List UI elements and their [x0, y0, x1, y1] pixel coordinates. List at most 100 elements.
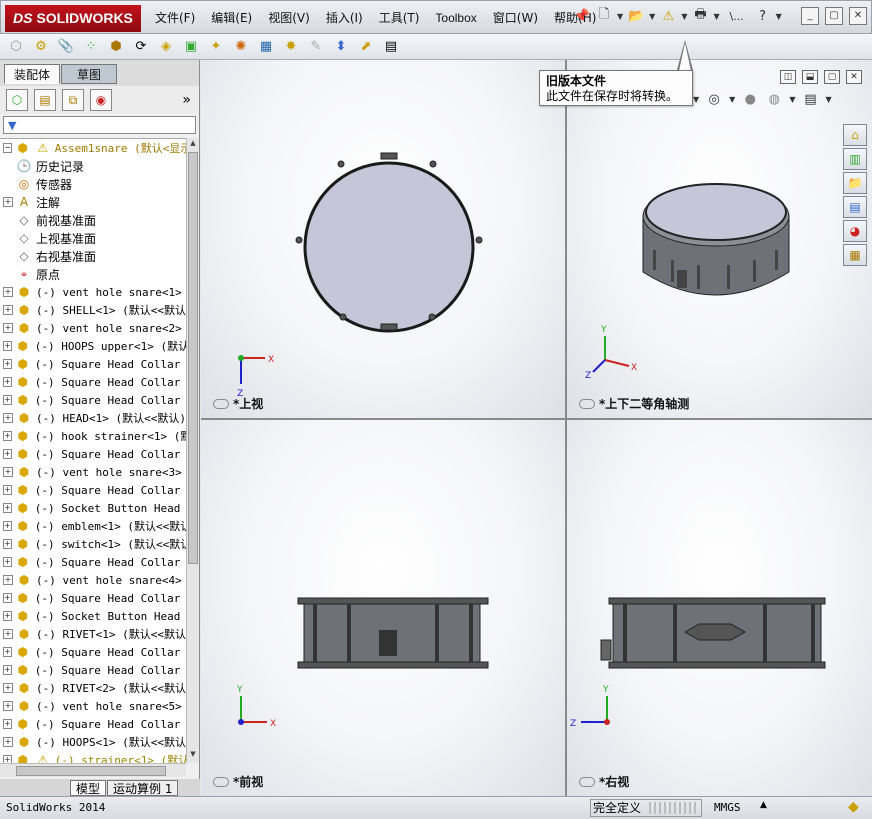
link-views-icon[interactable]: [213, 776, 229, 787]
mate-icon[interactable]: ⚙: [31, 37, 51, 57]
chevron-right-icon[interactable]: »: [182, 92, 191, 108]
scroll-thumb[interactable]: [188, 152, 198, 564]
solidworks-logo[interactable]: DS SOLIDWORKS: [5, 5, 141, 32]
custom-properties-icon[interactable]: ▦: [843, 244, 867, 266]
tab-assembly[interactable]: 装配体: [4, 64, 60, 84]
menu-edit[interactable]: 编辑(E): [203, 1, 260, 35]
minimize-icon[interactable]: _: [801, 7, 819, 25]
scroll-down-icon[interactable]: ▼: [188, 750, 198, 762]
tree-item[interactable]: ⌖ 原点: [0, 265, 186, 283]
feature-manager-icon[interactable]: ⬡: [6, 89, 28, 111]
expand-icon[interactable]: +: [3, 449, 12, 459]
viewport-front[interactable]: Y X *前视: [201, 420, 565, 796]
move-component-icon[interactable]: ⟳: [131, 37, 151, 57]
open-folder-icon[interactable]: 📂: [627, 7, 645, 25]
tree-horizontal-scrollbar[interactable]: [0, 763, 186, 777]
expand-icon[interactable]: +: [3, 359, 12, 369]
display-manager-icon[interactable]: ◉: [90, 89, 112, 111]
display-style-icon[interactable]: ◎: [705, 90, 723, 108]
menu-file[interactable]: 文件(F): [147, 1, 203, 35]
pin-icon[interactable]: 📌: [573, 7, 591, 25]
tree-item[interactable]: + ⬢ (-) Square Head Collar B: [0, 445, 186, 463]
view-orientation-dropdown-icon[interactable]: ▼: [693, 95, 699, 104]
print-dropdown-icon[interactable]: ▼: [713, 12, 719, 21]
display-style-dropdown-icon[interactable]: ▼: [729, 95, 735, 104]
assembly-features-icon[interactable]: ▣: [181, 37, 201, 57]
interference-detection-icon[interactable]: ⬍: [331, 37, 351, 57]
expand-icon[interactable]: +: [3, 485, 12, 495]
tree-item[interactable]: + ⬢ (-) Socket Button Head S: [0, 607, 186, 625]
tree-item[interactable]: + ⬢ (-) HOOPS upper<1> (默认: [0, 337, 186, 355]
view-settings-dropdown-icon[interactable]: ▼: [825, 95, 831, 104]
expand-icon[interactable]: +: [3, 503, 12, 513]
menu-insert[interactable]: 插入(I): [318, 1, 371, 35]
print-icon[interactable]: 🖶: [691, 7, 709, 25]
tree-item[interactable]: + ⬢ (-) RIVET<1> (默认<<默认: [0, 625, 186, 643]
scroll-up-icon[interactable]: ▲: [188, 139, 198, 151]
help-icon[interactable]: ?: [754, 7, 772, 25]
expand-icon[interactable]: +: [3, 719, 12, 729]
collapse-icon[interactable]: −: [3, 143, 12, 153]
tree-item[interactable]: ◇ 上视基准面: [0, 229, 186, 247]
viewport-top[interactable]: X Z *上视: [201, 60, 565, 418]
tree-item[interactable]: + ⬢ (-) Socket Button Head S: [0, 499, 186, 517]
hide-show-items-icon[interactable]: ●: [741, 90, 759, 108]
expand-icon[interactable]: +: [3, 305, 13, 315]
tree-item[interactable]: + ⬢ (-) Square Head Collar B: [0, 715, 186, 733]
status-units[interactable]: MMGS: [714, 801, 741, 814]
tab-motion-study[interactable]: 运动算例 1: [107, 779, 179, 796]
exploded-view-icon[interactable]: ✸: [281, 37, 301, 57]
expand-icon[interactable]: +: [3, 647, 12, 657]
tab-sketch[interactable]: 草图: [61, 64, 117, 84]
expand-icon[interactable]: +: [3, 377, 12, 387]
tree-item[interactable]: + ⬢ (-) Square Head Collar B: [0, 355, 186, 373]
close-viewport-icon[interactable]: ✕: [846, 70, 862, 84]
tree-item[interactable]: ◇ 前视基准面: [0, 211, 186, 229]
expand-icon[interactable]: +: [3, 467, 13, 477]
split-vertical-icon[interactable]: ⬓: [802, 70, 818, 84]
expand-icon[interactable]: +: [3, 413, 13, 423]
clip-icon[interactable]: 📎: [56, 37, 76, 57]
file-explorer-icon[interactable]: 📁: [843, 172, 867, 194]
tree-root[interactable]: − ⬢ ⚠ Assem1snare (默认<显示状: [0, 139, 186, 157]
tree-item[interactable]: + ⬢ ⚠ (-) strainer<1> (默认: [0, 751, 186, 763]
tree-item[interactable]: + ⬢ (-) Square Head Collar B: [0, 553, 186, 571]
pattern-icon[interactable]: ⁘: [81, 37, 101, 57]
tree-item[interactable]: + ⬢ (-) vent hole snare<2>: [0, 319, 186, 337]
edit-appearance-icon[interactable]: ◍: [765, 90, 783, 108]
expand-icon[interactable]: +: [3, 683, 13, 693]
expand-icon[interactable]: +: [3, 521, 12, 531]
new-motion-study-icon[interactable]: ✺: [231, 37, 251, 57]
save-dropdown-icon[interactable]: ▼: [681, 12, 687, 21]
appearance-dropdown-icon[interactable]: ▼: [789, 95, 795, 104]
tree-item[interactable]: + A 注解: [0, 193, 186, 211]
expand-icon[interactable]: +: [3, 755, 12, 763]
home-icon[interactable]: ⌂: [843, 124, 867, 146]
tree-item[interactable]: + ⬢ (-) SHELL<1> (默认<<默认: [0, 301, 186, 319]
tree-item[interactable]: + ⬢ (-) vent hole snare<3>: [0, 463, 186, 481]
tree-item[interactable]: + ⬢ (-) HOOPS<1> (默认<<默认: [0, 733, 186, 751]
expand-icon[interactable]: +: [3, 539, 12, 549]
expand-icon[interactable]: +: [3, 611, 12, 621]
design-library-icon[interactable]: ▥: [843, 148, 867, 170]
new-dropdown-icon[interactable]: ▼: [617, 12, 623, 21]
tree-item[interactable]: + ⬢ (-) vent hole snare<5>: [0, 697, 186, 715]
expand-icon[interactable]: +: [3, 557, 12, 567]
expand-icon[interactable]: +: [3, 665, 12, 675]
view-settings-icon[interactable]: ▤: [801, 90, 819, 108]
tree-item[interactable]: + ⬢ (-) Square Head Collar B: [0, 661, 186, 679]
units-dropdown-icon[interactable]: ▲: [760, 800, 767, 810]
close-icon[interactable]: ✕: [849, 7, 867, 25]
tree-item[interactable]: + ⬢ (-) HEAD<1> (默认<<默认): [0, 409, 186, 427]
tree-item[interactable]: 🕒 历史记录: [0, 157, 186, 175]
open-dropdown-icon[interactable]: ▼: [649, 12, 655, 21]
tree-filter-input[interactable]: ▼: [3, 116, 196, 134]
tree-item[interactable]: + ⬢ (-) switch<1> (默认<<默认: [0, 535, 186, 553]
help-dropdown-icon[interactable]: ▼: [776, 12, 782, 21]
tree-item[interactable]: + ⬢ (-) vent hole snare<4>: [0, 571, 186, 589]
link-views-icon[interactable]: [579, 398, 595, 409]
tree-vertical-scrollbar[interactable]: ▲ ▼: [186, 138, 199, 763]
link-views-icon[interactable]: [579, 776, 595, 787]
expand-icon[interactable]: +: [3, 395, 12, 405]
viewport-right[interactable]: Y Z *右视: [567, 420, 872, 796]
